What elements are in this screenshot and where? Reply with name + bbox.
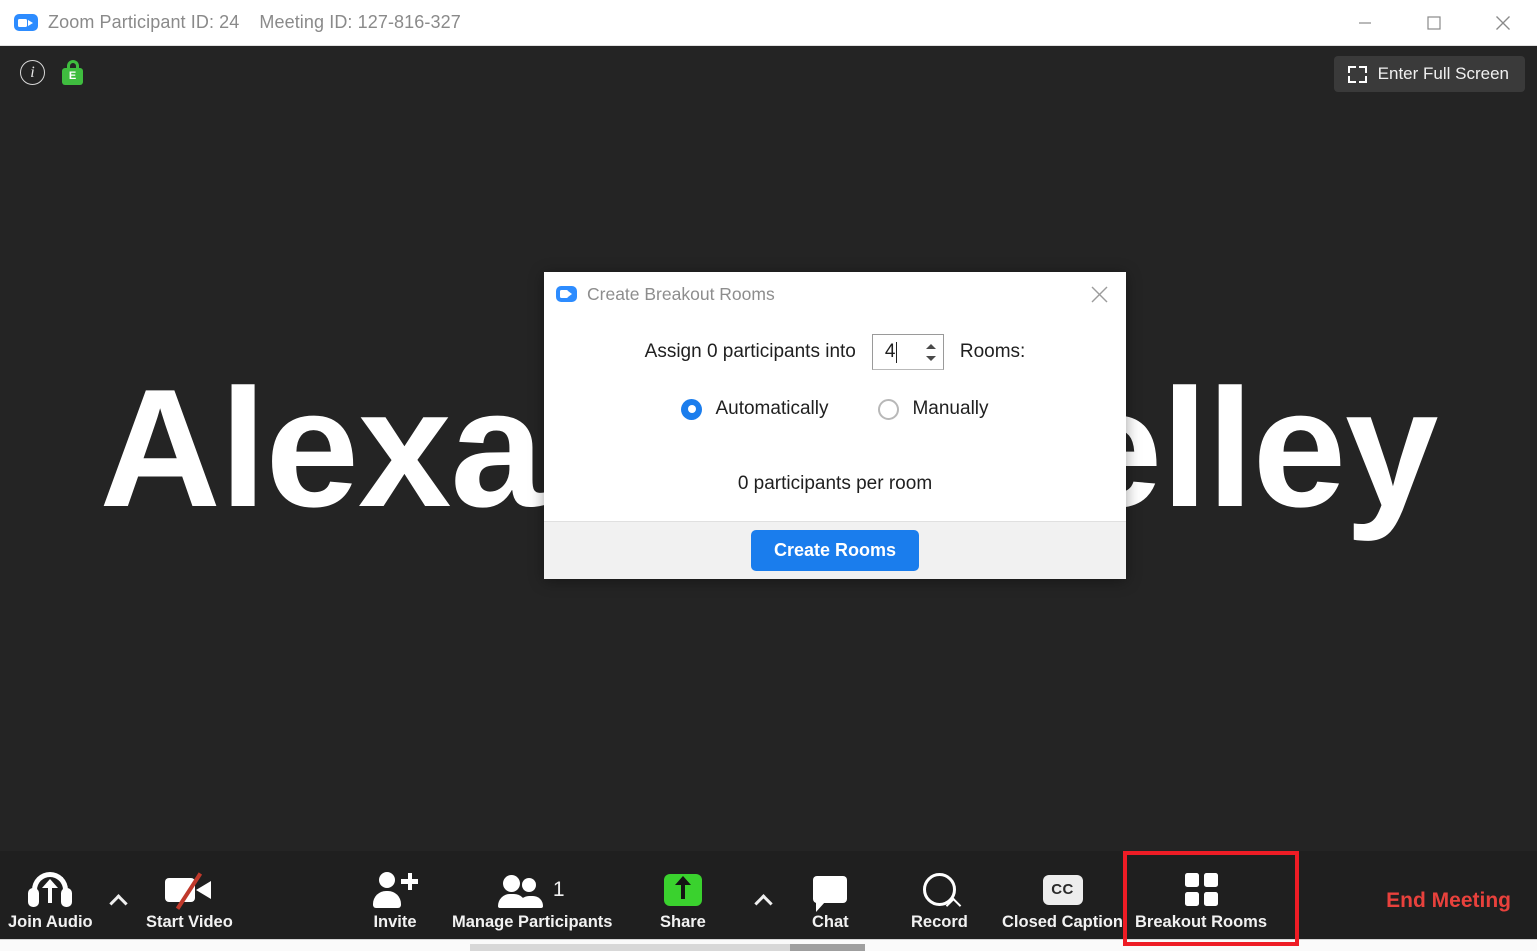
assign-participants-row: Assign 0 participants into 4 Rooms: — [544, 334, 1126, 370]
maximize-icon[interactable] — [1399, 0, 1468, 46]
share-options-chevron-up-icon[interactable] — [750, 887, 776, 913]
toolbar-label-closed-caption: Closed Caption — [1002, 912, 1124, 931]
participant-id-label: Zoom Participant ID: 24 — [48, 12, 240, 32]
audio-options-chevron-up-icon[interactable] — [105, 887, 131, 913]
assignment-mode-radiogroup: Automatically Manually — [544, 398, 1126, 420]
toolbar-item-invite[interactable]: Invite — [372, 869, 418, 931]
toolbar-label-join-audio: Join Audio — [8, 912, 93, 931]
background-window-strip — [0, 939, 1537, 951]
grid-four-icon — [1184, 869, 1218, 911]
rooms-count-value: 4 — [884, 341, 896, 362]
rooms-count-stepper[interactable]: 4 — [871, 334, 944, 370]
share-up-arrow-icon — [663, 869, 702, 911]
dialog-titlebar: Create Breakout Rooms — [544, 272, 1126, 316]
window-titlebar: Zoom Participant ID: 24 Meeting ID: 127-… — [0, 0, 1537, 46]
radio-option-automatically[interactable]: Automatically — [681, 398, 828, 420]
stepper-decrement-icon[interactable] — [925, 355, 936, 361]
minimize-icon[interactable] — [1330, 0, 1399, 46]
radio-option-manually[interactable]: Manually — [878, 398, 989, 420]
meeting-status-icons: i E — [20, 60, 83, 85]
toolbar-label-breakout-rooms: Breakout Rooms — [1135, 912, 1268, 931]
dialog-title: Create Breakout Rooms — [587, 283, 775, 304]
headset-up-arrow-icon — [28, 869, 73, 911]
rooms-count-input[interactable]: 4 — [873, 335, 922, 369]
toolbar-label-record: Record — [911, 912, 968, 931]
dialog-close-icon[interactable] — [1080, 276, 1118, 312]
assign-suffix-label: Rooms: — [959, 341, 1026, 362]
radio-label-automatically: Automatically — [715, 398, 829, 419]
meeting-id-label: Meeting ID: 127-816-327 — [259, 12, 461, 32]
participants-per-room-text: 0 participants per room — [737, 473, 933, 494]
people-icon: 1 — [497, 869, 565, 911]
zoom-logo-icon — [556, 286, 577, 302]
info-icon[interactable]: i — [20, 60, 45, 85]
titlebar-left-group: Zoom Participant ID: 24 Meeting ID: 127-… — [0, 12, 1330, 33]
person-plus-icon — [372, 869, 418, 911]
end-meeting-button[interactable]: End Meeting — [1386, 889, 1511, 913]
toolbar-item-breakout-rooms[interactable]: Breakout Rooms — [1135, 869, 1267, 931]
fullscreen-icon — [1347, 65, 1367, 83]
cc-icon: CC — [1042, 869, 1083, 911]
dialog-footer: Create Rooms — [544, 521, 1126, 579]
participants-count-badge: 1 — [552, 878, 565, 902]
stepper-arrows — [922, 335, 943, 369]
toolbar-label-manage-participants: Manage Participants — [452, 912, 613, 931]
enter-full-screen-label: Enter Full Screen — [1377, 64, 1509, 83]
window-controls — [1330, 0, 1537, 46]
toolbar-item-share[interactable]: Share — [660, 869, 706, 931]
zoom-logo-icon — [14, 14, 38, 31]
encryption-lock-icon[interactable]: E — [62, 60, 83, 85]
assign-prefix-label: Assign 0 participants into — [644, 341, 856, 362]
toolbar-item-manage-participants[interactable]: 1 Manage Participants — [452, 869, 612, 931]
toolbar-item-chat[interactable]: Chat — [812, 869, 849, 931]
stepper-increment-icon[interactable] — [925, 343, 936, 349]
meeting-toolbar: Join Audio Start Video Invite 1 Manage P… — [0, 851, 1537, 939]
create-rooms-button[interactable]: Create Rooms — [750, 530, 920, 571]
toolbar-item-record[interactable]: Record — [911, 869, 968, 931]
text-caret — [896, 341, 898, 363]
toolbar-label-invite: Invite — [373, 912, 417, 931]
toolbar-label-chat: Chat — [812, 912, 849, 931]
zoom-meeting-window: Zoom Participant ID: 24 Meeting ID: 127-… — [0, 0, 1537, 951]
toolbar-item-start-video[interactable]: Start Video — [146, 869, 233, 931]
lock-body-letter: E — [62, 68, 83, 85]
dialog-body: Assign 0 participants into 4 Rooms: Auto… — [544, 316, 1126, 521]
camera-off-icon — [165, 869, 213, 911]
radio-indicator-manually[interactable] — [878, 398, 900, 420]
create-breakout-rooms-dialog: Create Breakout Rooms Assign 0 participa… — [544, 272, 1126, 579]
record-circle-icon — [922, 869, 956, 911]
chat-bubble-icon — [813, 869, 848, 913]
enter-full-screen-button[interactable]: Enter Full Screen — [1333, 56, 1525, 92]
toolbar-label-share: Share — [660, 912, 706, 931]
radio-indicator-automatically[interactable] — [681, 398, 703, 420]
radio-label-manually: Manually — [912, 398, 989, 419]
toolbar-item-join-audio[interactable]: Join Audio — [8, 869, 93, 931]
toolbar-item-closed-caption[interactable]: CC Closed Caption — [1002, 869, 1123, 931]
toolbar-label-start-video: Start Video — [146, 912, 233, 931]
close-icon[interactable] — [1468, 0, 1537, 46]
